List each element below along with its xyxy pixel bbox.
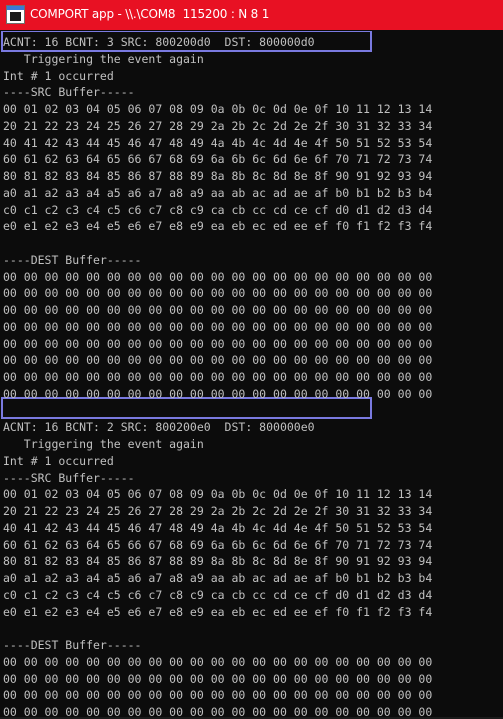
console-line: 80 81 82 83 84 85 86 87 88 89 8a 8b 8c 8… — [3, 554, 433, 569]
console-line: a0 a1 a2 a3 a4 a5 a6 a7 a8 a9 aa ab ac a… — [3, 185, 433, 200]
console-line: 00 00 00 00 00 00 00 00 00 00 00 00 00 0… — [3, 671, 433, 686]
console-line: ----DEST Buffer----- — [3, 638, 142, 652]
console-line: 00 00 00 00 00 00 00 00 00 00 00 00 00 0… — [3, 370, 433, 384]
comport-window: COMPORT app - \\.\COM8 115200 : N 8 1 AC… — [0, 0, 503, 719]
console-line: 00 00 00 00 00 00 00 00 00 00 00 00 00 0… — [3, 303, 433, 317]
terminal-app-icon[interactable] — [6, 5, 25, 24]
console-line: 60 61 62 63 64 65 66 67 68 69 6a 6b 6c 6… — [3, 152, 433, 167]
console-line: 00 00 00 00 00 00 00 00 00 00 00 00 00 0… — [3, 386, 433, 401]
window-title: COMPORT app - \\.\COM8 115200 : N 8 1 — [30, 7, 270, 21]
console-line: ACNT: 16 BCNT: 2 SRC: 800200e0 DST: 8000… — [3, 420, 315, 435]
console-line: 60 61 62 63 64 65 66 67 68 69 6a 6b 6c 6… — [3, 537, 433, 552]
console-line: e0 e1 e2 e3 e4 e5 e6 e7 e8 e9 ea eb ec e… — [3, 604, 433, 619]
console-line: c0 c1 c2 c3 c4 c5 c6 c7 c8 c9 ca cb cc c… — [3, 202, 433, 217]
title-bar[interactable]: COMPORT app - \\.\COM8 115200 : N 8 1 — [0, 0, 503, 30]
console-line: Triggering the event again — [3, 437, 204, 451]
console-line: Int # 1 occurred — [3, 68, 114, 83]
console-line: 20 21 22 23 24 25 26 27 28 29 2a 2b 2c 2… — [3, 118, 433, 133]
console-line: Int # 1 occurred — [3, 453, 114, 468]
console-line: 80 81 82 83 84 85 86 87 88 89 8a 8b 8c 8… — [3, 169, 433, 183]
console-line: 00 01 02 03 04 05 06 07 08 09 0a 0b 0c 0… — [3, 487, 433, 502]
console-line: e0 e1 e2 e3 e4 e5 e6 e7 e8 e9 ea eb ec e… — [3, 219, 433, 234]
console-line: 00 00 00 00 00 00 00 00 00 00 00 00 00 0… — [3, 269, 433, 284]
console-line: 00 00 00 00 00 00 00 00 00 00 00 00 00 0… — [3, 336, 433, 351]
console-line: ACNT: 16 BCNT: 3 SRC: 800200d0 DST: 8000… — [3, 35, 315, 49]
console-output[interactable]: ACNT: 16 BCNT: 3 SRC: 800200d0 DST: 8000… — [0, 31, 503, 719]
console-line: c0 c1 c2 c3 c4 c5 c6 c7 c8 c9 ca cb cc c… — [3, 587, 433, 602]
console-line: a0 a1 a2 a3 a4 a5 a6 a7 a8 a9 aa ab ac a… — [3, 571, 433, 585]
console-line: ----DEST Buffer----- — [3, 252, 142, 267]
console-line: 20 21 22 23 24 25 26 27 28 29 2a 2b 2c 2… — [3, 504, 433, 518]
console-line: 00 00 00 00 00 00 00 00 00 00 00 00 00 0… — [3, 353, 433, 368]
console-line: 00 00 00 00 00 00 00 00 00 00 00 00 00 0… — [3, 319, 433, 334]
console-line: 00 00 00 00 00 00 00 00 00 00 00 00 00 0… — [3, 688, 433, 703]
console-line: 40 41 42 43 44 45 46 47 48 49 4a 4b 4c 4… — [3, 135, 433, 150]
console-line: ----SRC Buffer----- — [3, 470, 135, 485]
console-line: ----SRC Buffer----- — [3, 85, 135, 100]
console-line: 40 41 42 43 44 45 46 47 48 49 4a 4b 4c 4… — [3, 520, 433, 535]
console-line: 00 01 02 03 04 05 06 07 08 09 0a 0b 0c 0… — [3, 102, 433, 116]
console-line: 00 00 00 00 00 00 00 00 00 00 00 00 00 0… — [3, 654, 433, 669]
console-line: Triggering the event again — [3, 51, 204, 66]
console-line: 00 00 00 00 00 00 00 00 00 00 00 00 00 0… — [3, 286, 433, 301]
